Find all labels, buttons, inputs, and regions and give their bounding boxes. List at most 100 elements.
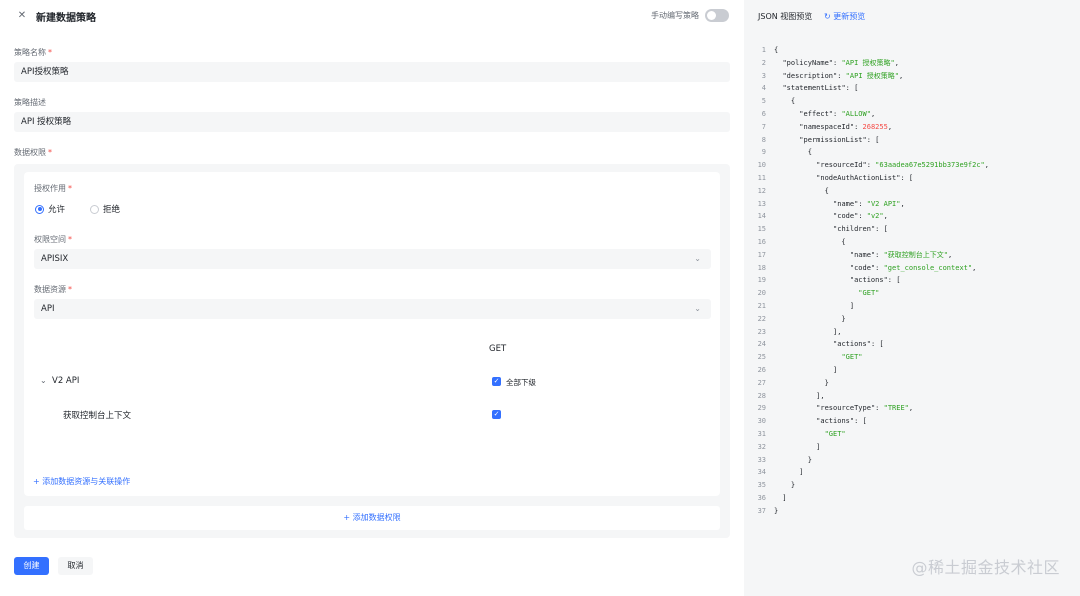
code-line: 35 }: [744, 479, 1080, 492]
line-number: 28: [757, 391, 766, 400]
code-line: 23 ],: [744, 326, 1080, 339]
line-number: 37: [757, 506, 766, 515]
code-text: }: [774, 455, 812, 464]
namespace-select[interactable]: APISIX ⌄: [34, 249, 711, 269]
code-line: 12 {: [744, 185, 1080, 198]
data-permission-label: 数据权限 *: [14, 148, 52, 157]
code-text: "actions": [: [849, 276, 901, 285]
line-number: 17: [757, 250, 766, 259]
code-line: 9 {: [744, 146, 1080, 159]
code-text: "GET": [824, 429, 846, 438]
code-text: {: [774, 46, 779, 54]
code-text: {: [774, 186, 829, 195]
code-text: }: [774, 506, 779, 515]
code-text: "actions": [: [816, 417, 867, 426]
tree-node-console-context: 获取控制台上下文: [63, 411, 132, 421]
code-text: "GET": [841, 353, 863, 362]
line-number: 5: [761, 97, 766, 106]
tree-node-v2-api: V2 API: [52, 376, 80, 386]
line-number: 2: [761, 58, 766, 67]
line-number: 1: [761, 46, 766, 54]
code-text: {: [774, 148, 812, 157]
code-text: }: [774, 481, 796, 490]
code-line: 17 "name": "获取控制台上下文",: [744, 249, 1080, 262]
code-text: "namespaceId": 268255,: [799, 122, 893, 131]
code-text: "effect": "ALLOW",: [799, 109, 876, 118]
code-line: 37}: [744, 505, 1080, 518]
select-all-checkbox[interactable]: ✓: [492, 377, 501, 386]
code-text: ],: [774, 327, 842, 336]
create-button[interactable]: 创建: [14, 557, 49, 575]
code-text: }: [774, 314, 846, 323]
code-line: 19 "actions": [: [744, 274, 1080, 287]
code-line: 29 "resourceType": "TREE",: [744, 402, 1080, 415]
deny-radio[interactable]: 拒绝: [90, 203, 120, 215]
policy-form-pane: ✕ 新建数据策略 手动编写策略 策略名称 * API授权策略 策略描述 API 授…: [0, 0, 744, 596]
code-text: "nodeAuthActionList": [: [816, 173, 914, 182]
line-number: 34: [757, 468, 766, 477]
form-header: ✕ 新建数据策略 手动编写策略: [0, 0, 744, 32]
allow-radio[interactable]: 允许: [35, 203, 65, 215]
code-text: "statementList": [: [782, 84, 859, 93]
effect-label: 授权作用 *: [34, 184, 72, 193]
code-line: 14 "code": "v2",: [744, 210, 1080, 223]
collapse-chevron-icon[interactable]: ⌄: [40, 376, 47, 385]
line-number: 36: [757, 493, 766, 502]
line-number: 13: [757, 199, 766, 208]
line-number: 4: [761, 84, 766, 93]
code-text: ]: [774, 365, 838, 374]
policy-name-input[interactable]: API授权策略: [14, 62, 730, 82]
namespace-value: APISIX: [41, 254, 69, 264]
code-line: 24 "actions": [: [744, 338, 1080, 351]
code-line: 15 "children": [: [744, 223, 1080, 236]
code-line: 36 ]: [744, 492, 1080, 505]
code-text: ]: [774, 442, 821, 451]
code-line: 16 {: [744, 236, 1080, 249]
get-action-checkbox[interactable]: ✓: [492, 410, 501, 419]
resource-select[interactable]: API ⌄: [34, 299, 711, 319]
chevron-down-icon: ⌄: [694, 304, 701, 313]
refresh-icon: ↻: [824, 12, 831, 21]
json-preview-pane: JSON 视图预览 ↻ 更新预览 1{2 "policyName": "API …: [744, 0, 1080, 596]
refresh-preview-button[interactable]: ↻ 更新预览: [824, 11, 865, 22]
code-line: 33 }: [744, 454, 1080, 467]
code-text: "permissionList": [: [799, 135, 880, 144]
code-text: "code": "v2",: [833, 212, 888, 221]
code-text: ]: [774, 301, 855, 310]
allow-label: 允许: [48, 205, 66, 215]
code-text: "resourceId": "63aadea67e5291bb373e9f2c"…: [816, 161, 989, 170]
line-number: 30: [757, 417, 766, 426]
code-line: 34 ]: [744, 466, 1080, 479]
code-line: 18 "code": "get_console_context",: [744, 262, 1080, 275]
line-number: 15: [757, 225, 766, 234]
cancel-button[interactable]: 取消: [58, 557, 93, 575]
json-code-view: 1{2 "policyName": "API 授权策略", 3 "descript…: [744, 44, 1080, 517]
code-line: 10 "resourceId": "63aadea67e5291bb373e9f…: [744, 159, 1080, 172]
code-line: 28 ],: [744, 390, 1080, 403]
code-text: "code": "get_console_context",: [849, 263, 977, 272]
code-line: 32 ]: [744, 441, 1080, 454]
code-text: "resourceType": "TREE",: [816, 404, 914, 413]
code-line: 2 "policyName": "API 授权策略",: [744, 57, 1080, 70]
close-icon[interactable]: ✕: [14, 8, 30, 24]
line-number: 33: [757, 455, 766, 464]
chevron-down-icon: ⌄: [694, 254, 701, 263]
code-text: "policyName": "API 授权策略",: [782, 58, 899, 67]
manual-edit-label: 手动编写策略: [651, 11, 699, 20]
namespace-label: 权限空间 *: [34, 235, 72, 244]
manual-edit-toggle[interactable]: [705, 9, 729, 22]
code-line: 6 "effect": "ALLOW",: [744, 108, 1080, 121]
policy-description-input[interactable]: API 授权策略: [14, 112, 730, 132]
add-resource-link[interactable]: + 添加数据资源与关联操作: [33, 476, 130, 487]
line-number: 14: [757, 212, 766, 221]
line-number: 7: [761, 122, 766, 131]
code-line: 13 "name": "V2 API",: [744, 198, 1080, 211]
code-text: "actions": [: [833, 340, 884, 349]
policy-name-label: 策略名称 *: [14, 48, 52, 57]
line-number: 10: [757, 161, 766, 170]
add-permission-button[interactable]: + 添加数据权限: [24, 506, 720, 530]
line-number: 35: [757, 481, 766, 490]
code-line: 7 "namespaceId": 268255,: [744, 121, 1080, 134]
code-line: 8 "permissionList": [: [744, 134, 1080, 147]
code-text: "GET": [858, 289, 880, 298]
